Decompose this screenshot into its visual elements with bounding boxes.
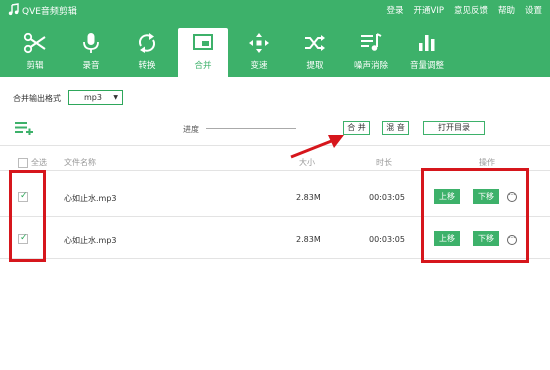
file-duration: 00:03:05 bbox=[369, 193, 405, 202]
scissors-icon bbox=[23, 32, 46, 54]
tool-merge[interactable]: 合并 bbox=[178, 28, 228, 77]
select-all-checkbox[interactable] bbox=[18, 158, 28, 168]
login-link[interactable]: 登录 bbox=[386, 4, 403, 16]
tool-extract-label: 提取 bbox=[306, 61, 324, 71]
tool-merge-label: 合并 bbox=[194, 61, 212, 71]
tool-convert-label: 转换 bbox=[138, 61, 156, 71]
tool-noise-removal[interactable]: 噪声消除 bbox=[346, 28, 396, 76]
mix-button[interactable]: 混 音 bbox=[382, 121, 409, 135]
file-name: 心如止水.mp3 bbox=[64, 236, 117, 245]
column-duration-header: 时长 bbox=[376, 158, 392, 167]
annotation-arrow-icon bbox=[290, 135, 344, 159]
app-header: QVE音频剪辑 登录 开通VIP 意见反馈 帮助 设置 剪辑 录音 转换 合并 … bbox=[0, 0, 550, 77]
annotation-box-actions bbox=[421, 168, 529, 263]
output-format-select[interactable]: mp3 ▼ bbox=[68, 90, 123, 105]
column-name-header: 文件名称 bbox=[64, 158, 96, 167]
volume-bars-icon bbox=[419, 35, 435, 51]
app-title: QVE音频剪辑 bbox=[22, 7, 77, 17]
file-size: 2.83M bbox=[296, 235, 321, 244]
title-bar: QVE音频剪辑 登录 开通VIP 意见反馈 帮助 设置 bbox=[0, 0, 550, 20]
tool-convert[interactable]: 转换 bbox=[122, 28, 172, 76]
music-note-icon bbox=[8, 3, 19, 16]
open-directory-button[interactable]: 打开目录 bbox=[423, 121, 485, 135]
vip-link[interactable]: 开通VIP bbox=[414, 4, 444, 16]
select-all-label: 全选 bbox=[31, 158, 47, 167]
tool-record-label: 录音 bbox=[82, 61, 100, 71]
speed-dpad-icon bbox=[249, 33, 269, 53]
divider bbox=[0, 145, 550, 146]
output-format-value: mp3 bbox=[84, 93, 102, 102]
tool-volume[interactable]: 音量调整 bbox=[402, 28, 452, 76]
main-toolbar: 剪辑 录音 转换 合并 变速 提取 噪声消除 音量调整 bbox=[10, 28, 458, 77]
file-name: 心如止水.mp3 bbox=[64, 194, 117, 203]
top-menu: 登录 开通VIP 意见反馈 帮助 设置 bbox=[386, 4, 542, 16]
tool-extract[interactable]: 提取 bbox=[290, 28, 340, 76]
convert-arrows-icon bbox=[138, 33, 156, 53]
merge-window-icon bbox=[193, 34, 213, 50]
annotation-box-checkboxes bbox=[9, 170, 46, 262]
output-format-label: 合并输出格式 bbox=[13, 94, 61, 103]
tool-speed-label: 变速 bbox=[250, 61, 268, 71]
settings-link[interactable]: 设置 bbox=[525, 4, 542, 16]
noise-removal-icon bbox=[361, 33, 382, 51]
help-link[interactable]: 帮助 bbox=[498, 4, 515, 16]
tool-volume-label: 音量调整 bbox=[409, 61, 444, 71]
tool-cut[interactable]: 剪辑 bbox=[10, 28, 60, 76]
tool-speed[interactable]: 变速 bbox=[234, 28, 284, 76]
add-file-icon[interactable] bbox=[14, 121, 34, 135]
progress-label: 进度 bbox=[183, 125, 199, 134]
feedback-link[interactable]: 意见反馈 bbox=[454, 4, 488, 16]
progress-bar bbox=[206, 128, 296, 129]
shuffle-icon bbox=[305, 35, 325, 51]
column-actions-header: 操作 bbox=[479, 158, 495, 167]
tool-cut-label: 剪辑 bbox=[26, 61, 44, 71]
file-duration: 00:03:05 bbox=[369, 235, 405, 244]
microphone-icon bbox=[83, 33, 99, 53]
chevron-down-icon: ▼ bbox=[113, 94, 118, 101]
tool-record[interactable]: 录音 bbox=[66, 28, 116, 76]
file-size: 2.83M bbox=[296, 193, 321, 202]
tool-noise-removal-label: 噪声消除 bbox=[353, 61, 388, 71]
